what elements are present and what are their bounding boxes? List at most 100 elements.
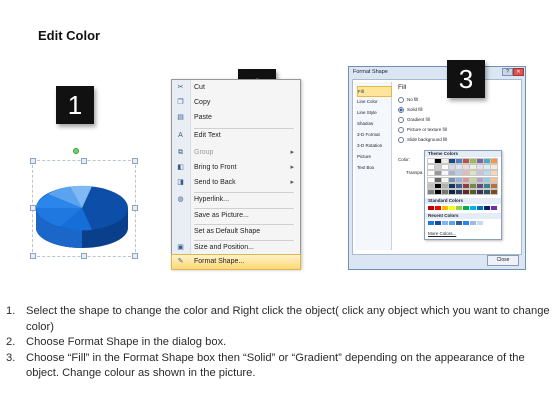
fill-option[interactable]: Gradient fill bbox=[398, 116, 430, 124]
color-swatch[interactable] bbox=[490, 176, 498, 183]
color-swatch[interactable] bbox=[455, 158, 463, 164]
color-swatch[interactable] bbox=[448, 189, 456, 195]
color-swatch[interactable] bbox=[448, 176, 456, 183]
color-swatch[interactable] bbox=[449, 206, 455, 210]
close-icon[interactable]: ✕ bbox=[513, 68, 524, 76]
color-swatch[interactable] bbox=[449, 221, 455, 225]
color-swatch[interactable] bbox=[427, 176, 435, 183]
color-swatch[interactable] bbox=[441, 170, 449, 177]
color-swatch[interactable] bbox=[441, 164, 449, 171]
fill-option[interactable]: No fill bbox=[398, 96, 418, 104]
color-swatch[interactable] bbox=[470, 221, 476, 225]
pie-chart-shape[interactable] bbox=[22, 148, 142, 265]
nav-item[interactable]: Picture bbox=[357, 152, 390, 161]
menu-item-save-as-picture[interactable]: Save as Picture... bbox=[172, 209, 300, 223]
color-swatch[interactable] bbox=[469, 164, 477, 171]
color-swatch[interactable] bbox=[448, 164, 456, 171]
color-swatch[interactable] bbox=[469, 189, 477, 195]
color-swatch[interactable] bbox=[442, 221, 448, 225]
color-swatch[interactable] bbox=[469, 182, 477, 189]
color-swatch[interactable] bbox=[469, 176, 477, 183]
menu-item-set-as-default-shape[interactable]: Set as Default Shape bbox=[172, 225, 300, 239]
color-swatch[interactable] bbox=[476, 158, 484, 164]
color-swatch[interactable] bbox=[434, 164, 442, 171]
nav-item[interactable]: 3-D Rotation bbox=[357, 141, 390, 150]
color-swatch[interactable] bbox=[463, 221, 469, 225]
color-swatch[interactable] bbox=[427, 164, 435, 171]
color-swatch[interactable] bbox=[441, 189, 449, 195]
color-swatch[interactable] bbox=[434, 170, 442, 177]
color-swatch[interactable] bbox=[490, 158, 498, 164]
color-swatch[interactable] bbox=[455, 170, 463, 177]
color-swatch[interactable] bbox=[477, 206, 483, 210]
color-swatch[interactable] bbox=[448, 182, 456, 189]
color-swatch[interactable] bbox=[476, 189, 484, 195]
color-swatch[interactable] bbox=[456, 206, 462, 210]
color-swatch[interactable] bbox=[435, 221, 441, 225]
color-swatch[interactable] bbox=[462, 189, 470, 195]
color-swatch[interactable] bbox=[434, 189, 442, 195]
menu-item-paste[interactable]: ▤ Paste bbox=[172, 111, 300, 125]
color-swatch[interactable] bbox=[448, 170, 456, 177]
color-swatch[interactable] bbox=[476, 182, 484, 189]
menu-item-hyperlink[interactable]: ◍ Hyperlink... bbox=[172, 193, 300, 207]
color-swatch[interactable] bbox=[462, 164, 470, 171]
color-swatch[interactable] bbox=[476, 164, 484, 171]
menu-item-size-and-position[interactable]: ▣ Size and Position... bbox=[172, 241, 300, 255]
color-swatch[interactable] bbox=[455, 182, 463, 189]
nav-item[interactable]: Line Color bbox=[357, 97, 390, 106]
color-swatch[interactable] bbox=[455, 189, 463, 195]
color-swatch[interactable] bbox=[455, 164, 463, 171]
color-swatch[interactable] bbox=[435, 206, 441, 210]
menu-item-copy[interactable]: ❐ Copy bbox=[172, 96, 300, 110]
color-swatch[interactable] bbox=[462, 182, 470, 189]
color-swatch[interactable] bbox=[428, 221, 434, 225]
color-swatch[interactable] bbox=[490, 182, 498, 189]
color-swatch[interactable] bbox=[484, 206, 490, 210]
menu-item-bring-to-front[interactable]: ◧ Bring to Front ▸ bbox=[172, 161, 300, 175]
color-swatch[interactable] bbox=[469, 170, 477, 177]
color-swatch[interactable] bbox=[490, 189, 498, 195]
color-swatch[interactable] bbox=[428, 206, 434, 210]
color-swatch[interactable] bbox=[455, 176, 463, 183]
color-swatch[interactable] bbox=[427, 182, 435, 189]
nav-item[interactable]: Shadow bbox=[357, 119, 390, 128]
color-swatch[interactable] bbox=[462, 176, 470, 183]
menu-item-group[interactable]: ⧉ Group ▸ bbox=[172, 146, 300, 160]
nav-item[interactable]: Text Box bbox=[357, 163, 390, 172]
menu-item-edit-text[interactable]: A Edit Text bbox=[172, 129, 300, 143]
menu-item-format-shape[interactable]: ✎ Format Shape... bbox=[171, 254, 301, 270]
fill-option[interactable]: Solid fill bbox=[398, 106, 423, 114]
color-swatch[interactable] bbox=[462, 158, 470, 164]
fill-option[interactable]: Picture or texture fill bbox=[398, 126, 447, 134]
color-swatch[interactable] bbox=[434, 176, 442, 183]
color-swatch[interactable] bbox=[441, 182, 449, 189]
color-swatch[interactable] bbox=[477, 221, 483, 225]
color-swatch[interactable] bbox=[483, 164, 491, 171]
color-swatch[interactable] bbox=[462, 170, 470, 177]
fill-option[interactable]: Slide background fill bbox=[398, 136, 447, 144]
color-swatch[interactable] bbox=[483, 182, 491, 189]
nav-item[interactable]: 3-D Format bbox=[357, 130, 390, 139]
color-swatch[interactable] bbox=[456, 221, 462, 225]
menu-item-cut[interactable]: ✂ Cut bbox=[172, 81, 300, 95]
more-colors-link[interactable]: More Colors... bbox=[428, 231, 456, 236]
color-swatch[interactable] bbox=[483, 158, 491, 164]
color-swatch[interactable] bbox=[483, 189, 491, 195]
color-swatch[interactable] bbox=[448, 158, 456, 164]
color-swatch[interactable] bbox=[441, 176, 449, 183]
color-swatch[interactable] bbox=[441, 158, 449, 164]
color-swatch[interactable] bbox=[469, 158, 477, 164]
color-swatch[interactable] bbox=[470, 206, 476, 210]
color-swatch[interactable] bbox=[483, 176, 491, 183]
color-swatch[interactable] bbox=[442, 206, 448, 210]
color-swatch[interactable] bbox=[434, 158, 442, 164]
color-swatch[interactable] bbox=[491, 206, 497, 210]
menu-item-send-to-back[interactable]: ◨ Send to Back ▸ bbox=[172, 176, 300, 190]
nav-item[interactable]: Line Style bbox=[357, 108, 390, 117]
color-swatch[interactable] bbox=[483, 170, 491, 177]
color-swatch[interactable] bbox=[490, 164, 498, 171]
help-button[interactable]: ? bbox=[502, 68, 513, 76]
color-swatch[interactable] bbox=[427, 189, 435, 195]
dialog-close-button[interactable]: Close bbox=[487, 255, 519, 266]
